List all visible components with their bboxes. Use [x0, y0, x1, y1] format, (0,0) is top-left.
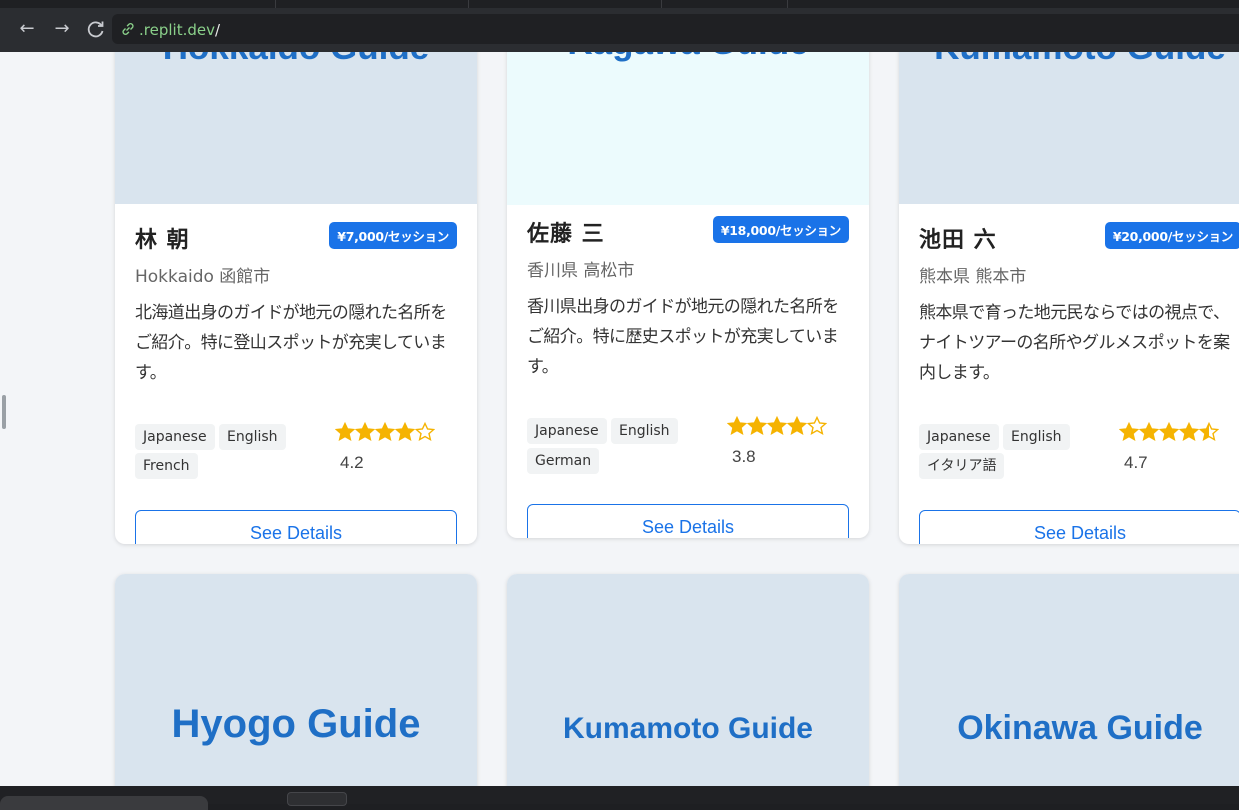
- language-tag: Japanese: [919, 424, 999, 450]
- rating-value: 4.7: [1124, 453, 1148, 472]
- guide-card: Kumamoto Guide 池田 六 ¥20,000/セッション 熊本県 熊本…: [899, 52, 1239, 544]
- language-tag: English: [611, 418, 678, 444]
- price-badge: ¥20,000/セッション: [1104, 222, 1239, 249]
- reload-icon[interactable]: [85, 18, 107, 40]
- star-rating: [1119, 422, 1219, 442]
- card-banner: Hyogo Guide: [115, 574, 477, 786]
- star-full-icon: [1159, 422, 1179, 442]
- guide-description: 香川県出身のガイドが地元の隠れた名所をご紹介。特に歴史スポットが充実しています。: [527, 297, 839, 377]
- guide-card: Hokkaido Guide 林 朝 ¥7,000/セッション Hokkaido…: [115, 52, 477, 544]
- tab-divider: [275, 0, 276, 8]
- link-icon: [122, 23, 134, 35]
- guide-location: Hokkaido 函館市: [135, 267, 271, 287]
- star-half-icon: [1199, 422, 1219, 442]
- language-tag: German: [527, 448, 600, 474]
- star-full-icon: [355, 422, 375, 442]
- side-panel-handle[interactable]: [2, 395, 6, 429]
- url-host: .replit.dev: [139, 21, 215, 39]
- url-text: .replit.dev/: [139, 21, 220, 39]
- banner-title: Kumamoto Guide: [562, 712, 813, 745]
- tab-divider: [468, 0, 469, 8]
- banner-title: Kagawa Guide: [567, 52, 808, 63]
- star-full-icon: [727, 416, 747, 436]
- guide-card[interactable]: Okinawa Guide: [899, 574, 1239, 786]
- guide-description: 北海道出身のガイドが地元の隠れた名所をご紹介。特に登山スポットが充実しています。: [135, 303, 447, 383]
- see-details-button[interactable]: See Details: [919, 510, 1239, 544]
- card-banner: Kumamoto Guide: [899, 52, 1239, 204]
- address-bar[interactable]: .replit.dev/: [112, 14, 1239, 44]
- language-tag: French: [135, 453, 198, 479]
- star-empty-icon: [807, 416, 827, 436]
- star-full-icon: [395, 422, 415, 442]
- banner-title: Okinawa Guide: [957, 709, 1203, 747]
- language-tag: Japanese: [527, 418, 607, 444]
- language-tag: Japanese: [135, 424, 215, 450]
- banner-title: Hokkaido Guide: [163, 52, 429, 68]
- star-rating: [335, 422, 435, 442]
- banner-title: Hyogo Guide: [171, 702, 421, 746]
- guide-card[interactable]: Kumamoto Guide: [507, 574, 869, 786]
- star-full-icon: [1179, 422, 1199, 442]
- see-details-button[interactable]: See Details: [135, 510, 457, 544]
- guide-location: 熊本県 熊本市: [919, 267, 1027, 287]
- star-full-icon: [767, 416, 787, 436]
- star-empty-icon: [415, 422, 435, 442]
- banner-title: Kumamoto Guide: [934, 52, 1226, 68]
- taskbar-item[interactable]: [0, 796, 208, 810]
- guide-description: 熊本県で育った地元民ならではの視点で、ナイトツアーの名所やグルメスポットを案内し…: [919, 303, 1230, 383]
- language-tag: English: [1003, 424, 1070, 450]
- guide-location: 香川県 高松市: [527, 261, 635, 281]
- page-viewport: Hokkaido Guide 林 朝 ¥7,000/セッション Hokkaido…: [0, 52, 1239, 786]
- guide-card: Kagawa Guide 佐藤 三 ¥18,000/セッション 香川県 高松市 …: [507, 52, 869, 538]
- star-full-icon: [335, 422, 355, 442]
- language-tag: English: [219, 424, 286, 450]
- guide-name: 池田 六: [919, 228, 997, 253]
- card-banner: Okinawa Guide: [899, 574, 1239, 786]
- language-tag: イタリア語: [919, 453, 1005, 479]
- card-banner: Hokkaido Guide: [115, 52, 477, 204]
- star-rating: [727, 416, 827, 436]
- forward-arrow-icon[interactable]: →: [51, 18, 73, 40]
- star-full-icon: [747, 416, 767, 436]
- page-left-margin: [0, 52, 36, 786]
- tab-divider: [661, 0, 662, 8]
- price-badge: ¥18,000/セッション: [712, 216, 849, 243]
- card-banner: Kagawa Guide: [507, 52, 869, 205]
- see-details-button[interactable]: See Details: [527, 504, 849, 538]
- back-arrow-icon[interactable]: ←: [16, 18, 38, 40]
- star-full-icon: [1139, 422, 1159, 442]
- taskbar: [0, 786, 1239, 810]
- card-banner: Kumamoto Guide: [507, 574, 869, 786]
- star-full-icon: [375, 422, 395, 442]
- rating-value: 3.8: [732, 447, 756, 466]
- star-full-icon: [1119, 422, 1139, 442]
- tab-strip: [0, 0, 1239, 8]
- tab-divider: [787, 0, 788, 8]
- guide-name: 林 朝: [135, 228, 190, 253]
- price-badge: ¥7,000/セッション: [329, 222, 457, 249]
- star-full-icon: [787, 416, 807, 436]
- guide-card[interactable]: Hyogo Guide: [115, 574, 477, 786]
- guide-name: 佐藤 三: [527, 222, 605, 247]
- rating-value: 4.2: [340, 453, 364, 472]
- url-path: /: [214, 21, 221, 39]
- browser-toolbar: ← → .replit.dev/: [0, 8, 1239, 52]
